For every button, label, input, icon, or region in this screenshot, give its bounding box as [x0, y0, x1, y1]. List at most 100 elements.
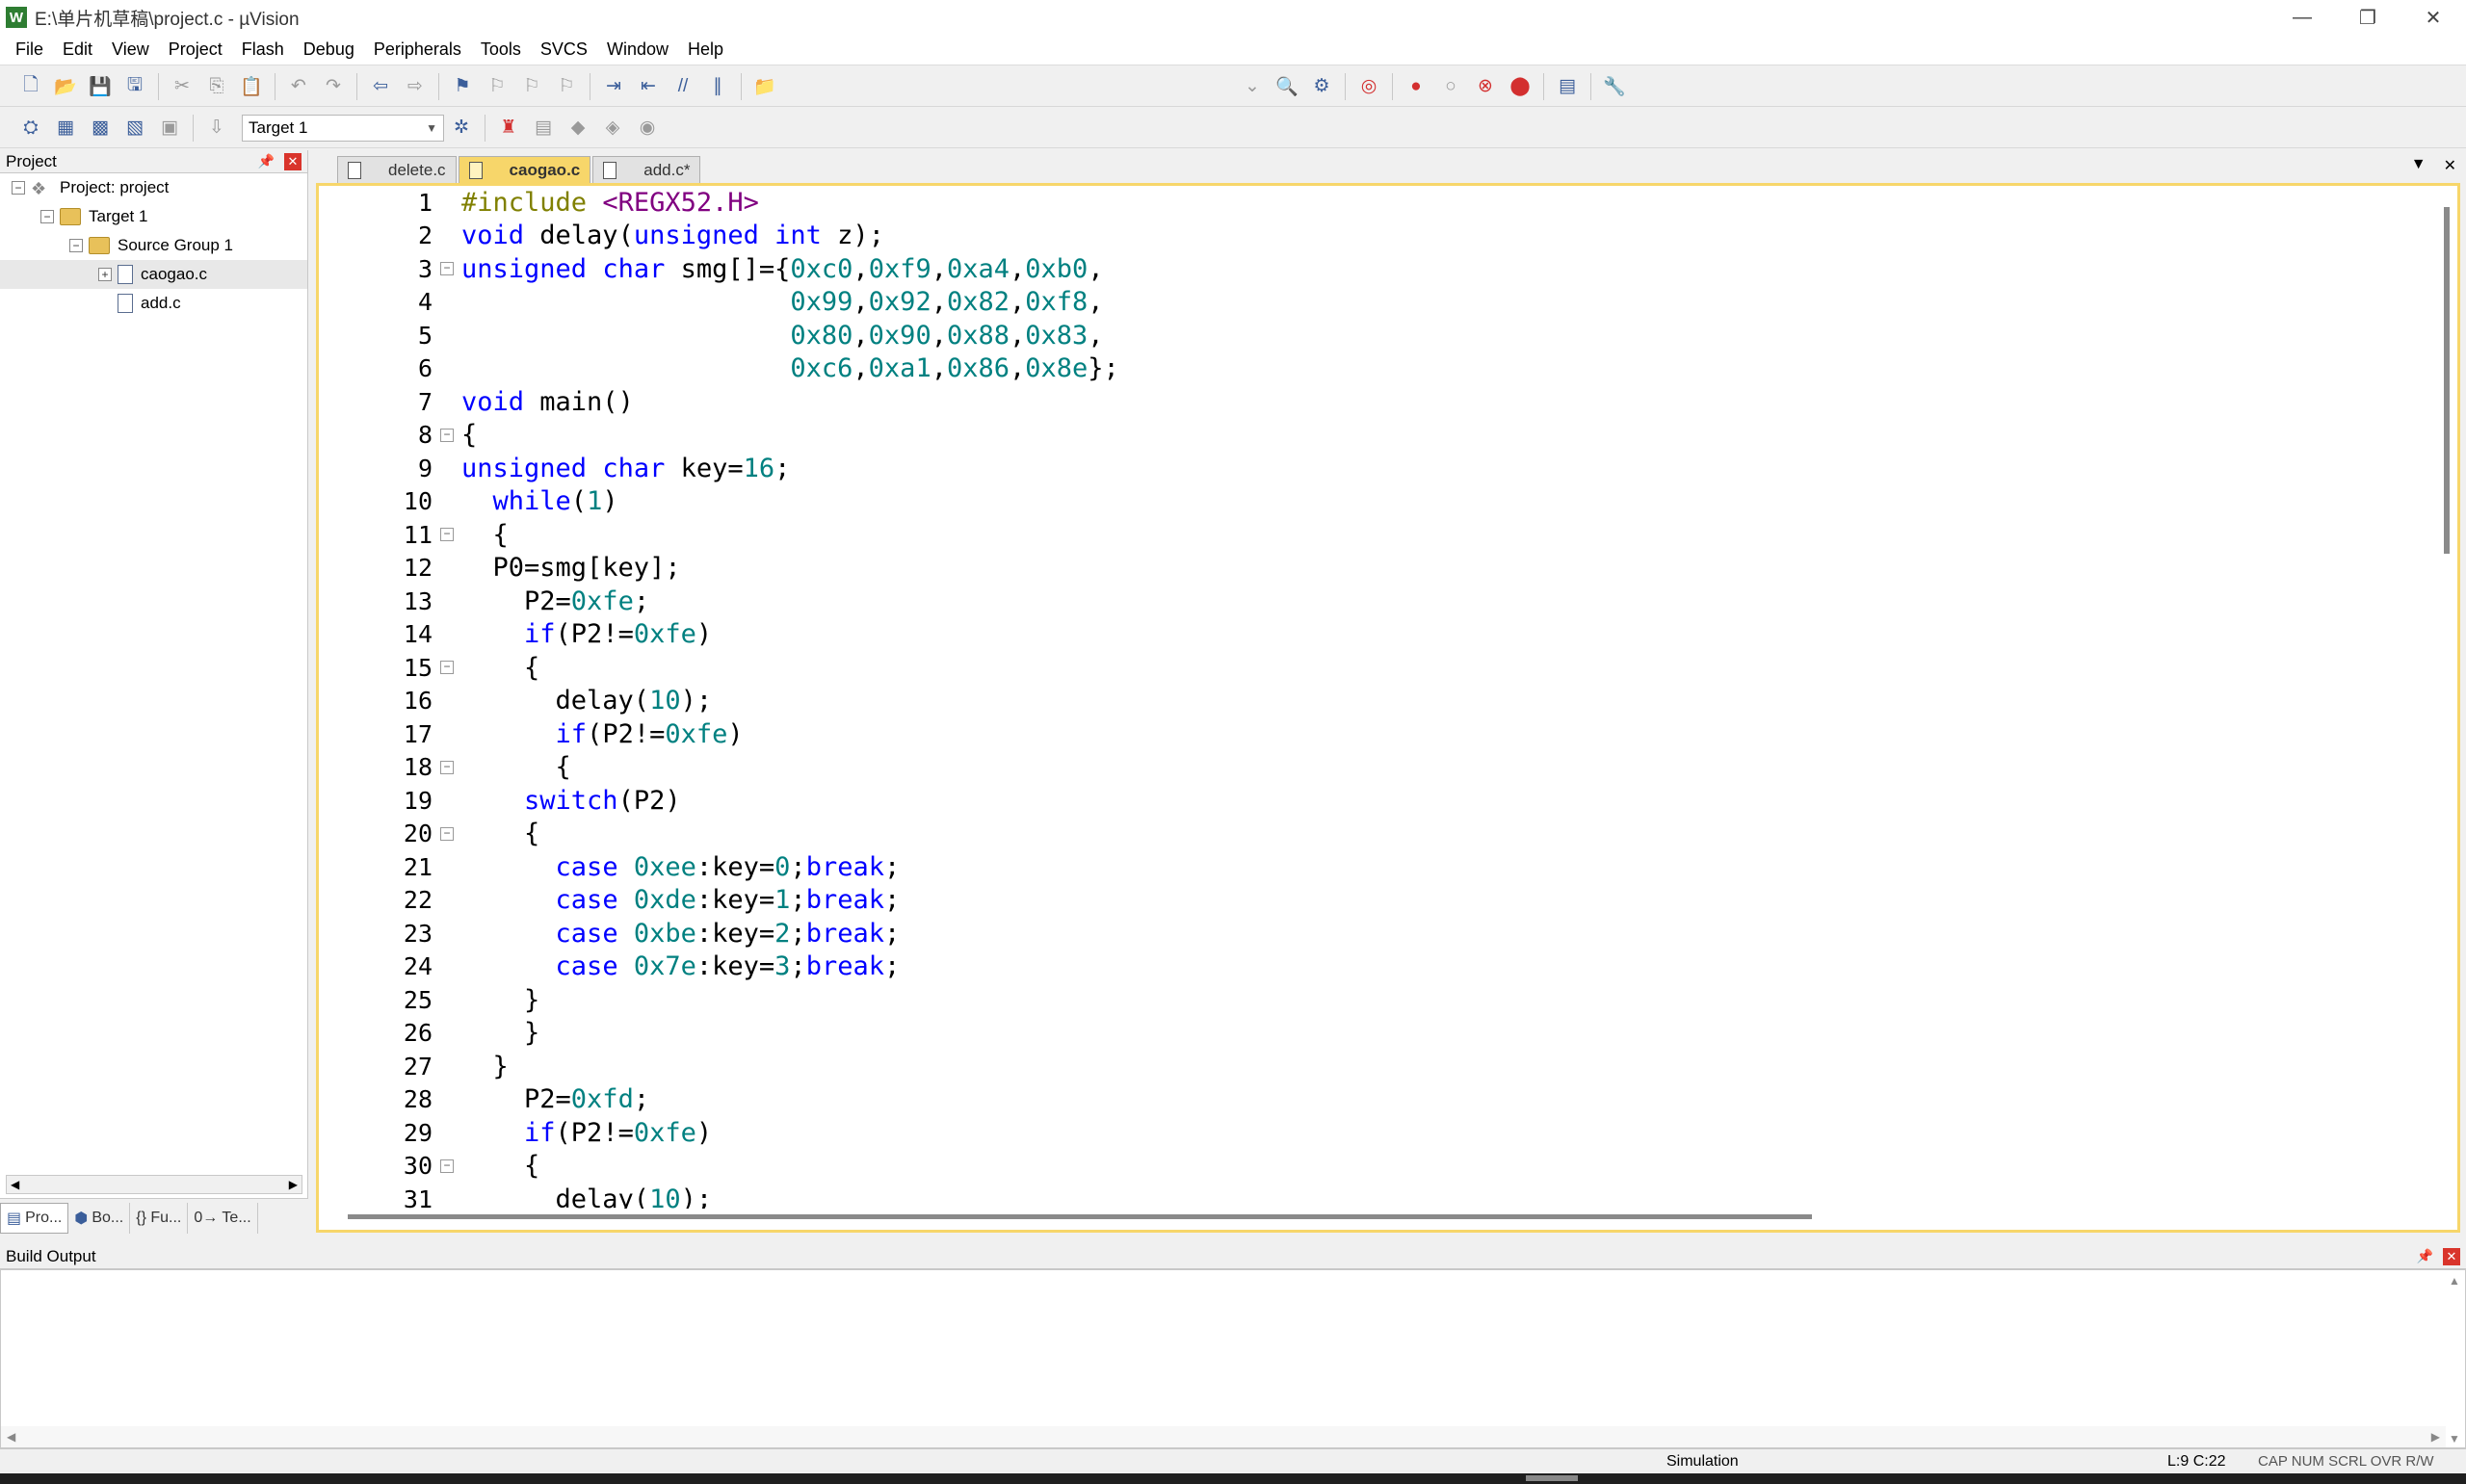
- disable-breakpoints-icon[interactable]: ⊗: [1471, 72, 1500, 101]
- stop-build-icon[interactable]: ▣: [155, 114, 184, 143]
- fold-toggle-icon[interactable]: −: [440, 528, 454, 542]
- scroll-up-icon[interactable]: ▲: [2449, 1274, 2460, 1288]
- indent-icon[interactable]: ⇥: [599, 72, 628, 101]
- tab-templates[interactable]: 0→ Te...: [188, 1202, 258, 1234]
- pack-installer-icon[interactable]: ◈: [598, 114, 627, 143]
- scroll-left-icon[interactable]: ◀: [11, 1178, 19, 1191]
- copy-icon[interactable]: ⎘: [202, 72, 231, 101]
- code-line[interactable]: 2 void delay(unsigned int z);: [319, 220, 2438, 253]
- batch-build-icon[interactable]: ▧: [120, 114, 149, 143]
- code-line[interactable]: 25 }: [319, 983, 2438, 1017]
- uncomment-icon[interactable]: ∥: [703, 72, 732, 101]
- menu-help[interactable]: Help: [678, 39, 733, 60]
- tab-project[interactable]: ▤ Pro...: [0, 1202, 69, 1234]
- collapse-icon[interactable]: −: [69, 239, 83, 252]
- menu-debug[interactable]: Debug: [294, 39, 364, 60]
- menu-flash[interactable]: Flash: [232, 39, 294, 60]
- menu-peripherals[interactable]: Peripherals: [364, 39, 471, 60]
- configure-icon[interactable]: 🔧: [1600, 72, 1629, 101]
- navigate-forward-icon[interactable]: ⇨: [401, 72, 430, 101]
- code-line[interactable]: 22 case 0xde:key=1;break;: [319, 884, 2438, 918]
- code-line[interactable]: 16 delay(10);: [319, 685, 2438, 718]
- pin-icon[interactable]: 📌: [258, 153, 275, 169]
- select-packs-icon[interactable]: ◆: [564, 114, 592, 143]
- fold-toggle-icon[interactable]: −: [440, 428, 454, 442]
- code-line[interactable]: 17 if(P2!=0xfe): [319, 717, 2438, 751]
- kill-breakpoints-icon[interactable]: ⬤: [1506, 72, 1535, 101]
- multi-project-icon[interactable]: ◉: [633, 114, 662, 143]
- tab-functions[interactable]: {} Fu...: [130, 1202, 189, 1234]
- code-line[interactable]: 4 0x99,0x92,0x82,0xf8,: [319, 286, 2438, 320]
- translate-icon[interactable]: ⛭: [16, 114, 45, 143]
- tree-group[interactable]: − Source Group 1: [0, 231, 307, 260]
- tab-add-c[interactable]: add.c*: [592, 156, 701, 183]
- start-debug-icon[interactable]: ◎: [1354, 72, 1383, 101]
- project-hscrollbar[interactable]: ◀ ▶: [6, 1175, 302, 1194]
- scroll-right-icon[interactable]: ▶: [289, 1178, 298, 1191]
- build-output-text[interactable]: ▲ ▼ ◀ ▶: [0, 1269, 2466, 1448]
- tree-target[interactable]: − Target 1: [0, 202, 307, 231]
- comment-icon[interactable]: //: [669, 72, 697, 101]
- code-line[interactable]: 12 P0=smg[key];: [319, 552, 2438, 586]
- unindent-icon[interactable]: ⇤: [634, 72, 663, 101]
- new-file-icon[interactable]: 🗋: [16, 72, 45, 101]
- fold-toggle-icon[interactable]: −: [440, 826, 454, 841]
- code-line[interactable]: 21 case 0xee:key=0;break;: [319, 850, 2438, 884]
- fold-toggle-icon[interactable]: −: [440, 1159, 454, 1173]
- code-line[interactable]: 3− unsigned char smg[]={0xc0,0xf9,0xa4,0x…: [319, 252, 2438, 286]
- menu-window[interactable]: Window: [597, 39, 678, 60]
- navigate-back-icon[interactable]: ⇦: [366, 72, 395, 101]
- code-line[interactable]: 9 unsigned char key=16;: [319, 452, 2438, 485]
- paste-icon[interactable]: 📋: [237, 72, 266, 101]
- scroll-right-icon[interactable]: ▶: [2431, 1430, 2440, 1444]
- redo-icon[interactable]: ↷: [319, 72, 348, 101]
- enable-breakpoint-icon[interactable]: ○: [1436, 72, 1465, 101]
- save-icon[interactable]: 💾: [86, 72, 115, 101]
- menu-project[interactable]: Project: [159, 39, 232, 60]
- vscroll-thumb[interactable]: [2444, 207, 2450, 554]
- debug-settings-icon[interactable]: ⚙: [1307, 72, 1336, 101]
- tree-project[interactable]: − ❖ Project: project: [0, 173, 307, 202]
- window-layout-icon[interactable]: ▤: [1553, 72, 1582, 101]
- code-line[interactable]: 28 P2=0xfd;: [319, 1083, 2438, 1117]
- close-tab-icon[interactable]: ✕: [2444, 156, 2456, 175]
- code-line[interactable]: 7 void main(): [319, 385, 2438, 419]
- editor-vscrollbar[interactable]: [2440, 197, 2455, 1199]
- code-line[interactable]: 31 delay(10);: [319, 1183, 2438, 1209]
- next-bookmark-icon[interactable]: ⚐: [517, 72, 546, 101]
- code-line[interactable]: 18− {: [319, 751, 2438, 785]
- target-select[interactable]: Target 1 ▼: [242, 114, 444, 142]
- code-line[interactable]: 19 switch(P2): [319, 784, 2438, 818]
- manage-project-items-icon[interactable]: ♜: [494, 114, 523, 143]
- code-line[interactable]: 10 while(1): [319, 485, 2438, 519]
- fold-toggle-icon[interactable]: −: [440, 262, 454, 276]
- menu-file[interactable]: File: [6, 39, 53, 60]
- code-line[interactable]: 15− {: [319, 651, 2438, 685]
- scroll-left-icon[interactable]: ◀: [7, 1430, 15, 1444]
- tab-delete-c[interactable]: delete.c: [337, 156, 457, 183]
- menu-tools[interactable]: Tools: [471, 39, 531, 60]
- build-hscrollbar[interactable]: ◀ ▶: [1, 1426, 2446, 1447]
- fold-toggle-icon[interactable]: −: [440, 661, 454, 675]
- code-line[interactable]: 29 if(P2!=0xfe): [319, 1116, 2438, 1150]
- close-icon[interactable]: ✕: [284, 152, 302, 170]
- insert-breakpoint-icon[interactable]: ●: [1402, 72, 1430, 101]
- code-line[interactable]: 24 case 0x7e:key=3;break;: [319, 950, 2438, 984]
- download-icon[interactable]: ⇩: [202, 114, 231, 143]
- manage-components-icon[interactable]: ▤: [529, 114, 558, 143]
- code-view[interactable]: 1 #include <REGX52.H> 2 void delay(unsigned…: [319, 186, 2438, 1209]
- code-line[interactable]: 5 0x80,0x90,0x88,0x83,: [319, 319, 2438, 352]
- clear-bookmarks-icon[interactable]: ⚐: [552, 72, 581, 101]
- code-line[interactable]: 6 0xc6,0xa1,0x86,0x8e};: [319, 352, 2438, 386]
- build-vscrollbar[interactable]: ▲ ▼: [2444, 1270, 2465, 1449]
- editor-hscrollbar[interactable]: [348, 1211, 2419, 1224]
- tab-books[interactable]: ⬢ Bo...: [68, 1202, 131, 1234]
- code-line[interactable]: 8−{: [319, 419, 2438, 453]
- code-line[interactable]: 20− {: [319, 818, 2438, 851]
- target-options-icon[interactable]: ✲: [447, 114, 476, 143]
- collapse-icon[interactable]: −: [40, 210, 54, 223]
- code-line[interactable]: 23 case 0xbe:key=2;break;: [319, 917, 2438, 950]
- bookmark-icon[interactable]: ⚑: [448, 72, 477, 101]
- restore-button[interactable]: ❐: [2335, 0, 2400, 35]
- code-line[interactable]: 13 P2=0xfe;: [319, 585, 2438, 618]
